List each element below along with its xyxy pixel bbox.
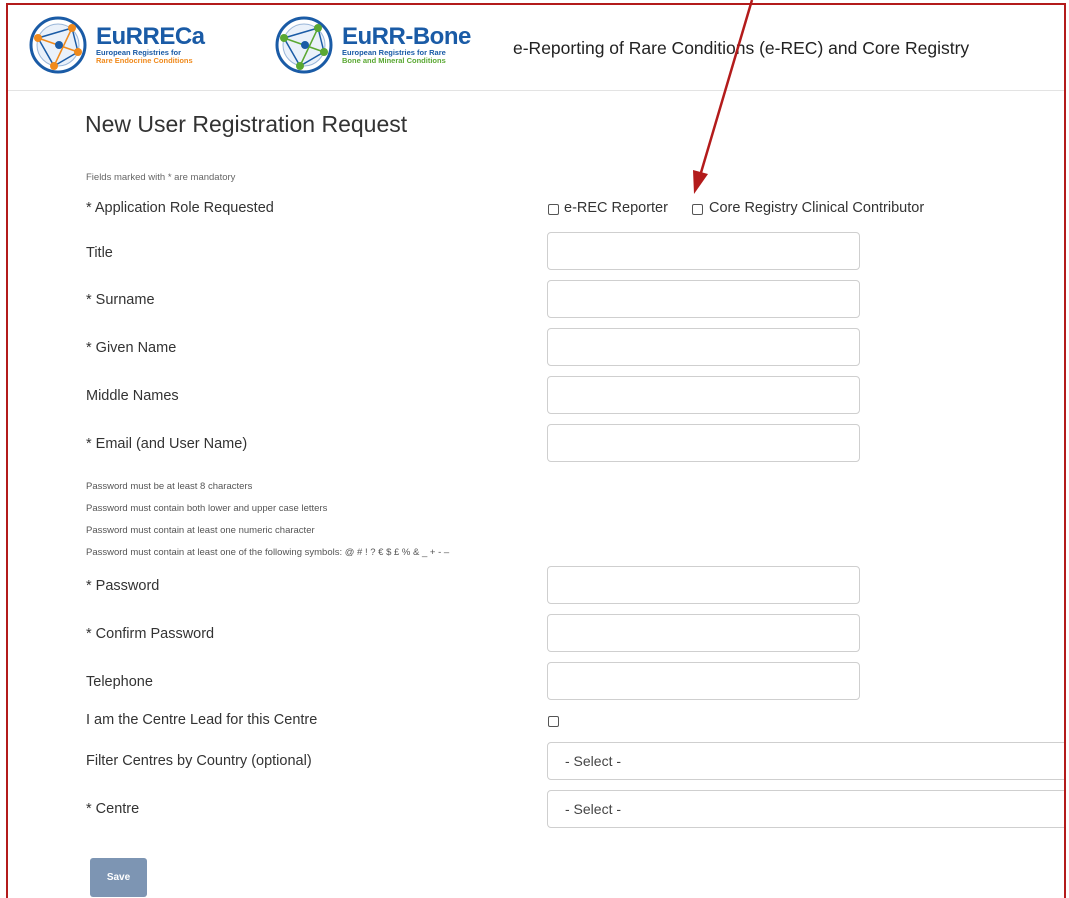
password-rule: Password must contain at least one of th… xyxy=(86,547,450,558)
eurreca-logo-name: EuRRECa xyxy=(96,23,205,50)
eurreca-logo: EuRRECa European Registries for Rare End… xyxy=(24,13,205,77)
e-rec-reporter-checkbox[interactable] xyxy=(548,204,559,215)
surname-label: * Surname xyxy=(86,292,155,308)
save-button[interactable]: Save xyxy=(90,858,147,897)
app-title: e-Reporting of Rare Conditions (e-REC) a… xyxy=(513,38,970,58)
centre-select[interactable]: - Select - xyxy=(547,790,1064,828)
title-label: Title xyxy=(86,245,113,261)
telephone-label: Telephone xyxy=(86,674,153,690)
email-label: * Email (and User Name) xyxy=(86,436,248,452)
title-input[interactable] xyxy=(547,232,860,270)
app-header: EuRRECa European Registries for Rare End… xyxy=(8,5,1064,91)
eurr-bone-logo: EuRR-Bone European Registries for Rare B… xyxy=(270,13,471,77)
eurreca-logo-sub2: Rare Endocrine Conditions xyxy=(96,56,193,65)
eurr-bone-logo-name: EuRR-Bone xyxy=(342,23,471,50)
confirm-password-label: * Confirm Password xyxy=(86,626,215,642)
centre-label: * Centre xyxy=(86,801,140,817)
core-registry-contributor-checkbox[interactable] xyxy=(692,204,703,215)
centre-lead-label: I am the Centre Lead for this Centre xyxy=(86,712,318,728)
middle-names-input[interactable] xyxy=(547,376,860,414)
surname-input[interactable] xyxy=(547,280,860,318)
core-registry-contributor-label: Core Registry Clinical Contributor xyxy=(709,200,925,216)
email-input[interactable] xyxy=(547,424,860,462)
middle-names-label: Middle Names xyxy=(86,388,179,404)
country-filter-label: Filter Centres by Country (optional) xyxy=(86,753,312,769)
password-rule: Password must contain at least one numer… xyxy=(86,525,315,536)
country-filter-select[interactable]: - Select - xyxy=(547,742,1064,780)
given-name-label: * Given Name xyxy=(86,340,177,356)
given-name-input[interactable] xyxy=(547,328,860,366)
application-role-label: * Application Role Requested xyxy=(86,200,274,216)
eurr-bone-logo-sub2: Bone and Mineral Conditions xyxy=(342,56,446,65)
globe-network-icon xyxy=(275,16,333,74)
confirm-password-input[interactable] xyxy=(547,614,860,652)
globe-network-icon xyxy=(29,16,87,74)
password-label: * Password xyxy=(86,578,160,594)
password-rule: Password must be at least 8 characters xyxy=(86,481,253,492)
mandatory-note: Fields marked with * are mandatory xyxy=(86,172,236,183)
e-rec-reporter-label: e-REC Reporter xyxy=(564,200,668,216)
page-frame: EuRRECa European Registries for Rare End… xyxy=(6,3,1066,898)
page-title: New User Registration Request xyxy=(85,111,408,137)
password-rule: Password must contain both lower and upp… xyxy=(86,503,328,514)
telephone-input[interactable] xyxy=(547,662,860,700)
password-input[interactable] xyxy=(547,566,860,604)
centre-lead-checkbox[interactable] xyxy=(548,716,559,727)
